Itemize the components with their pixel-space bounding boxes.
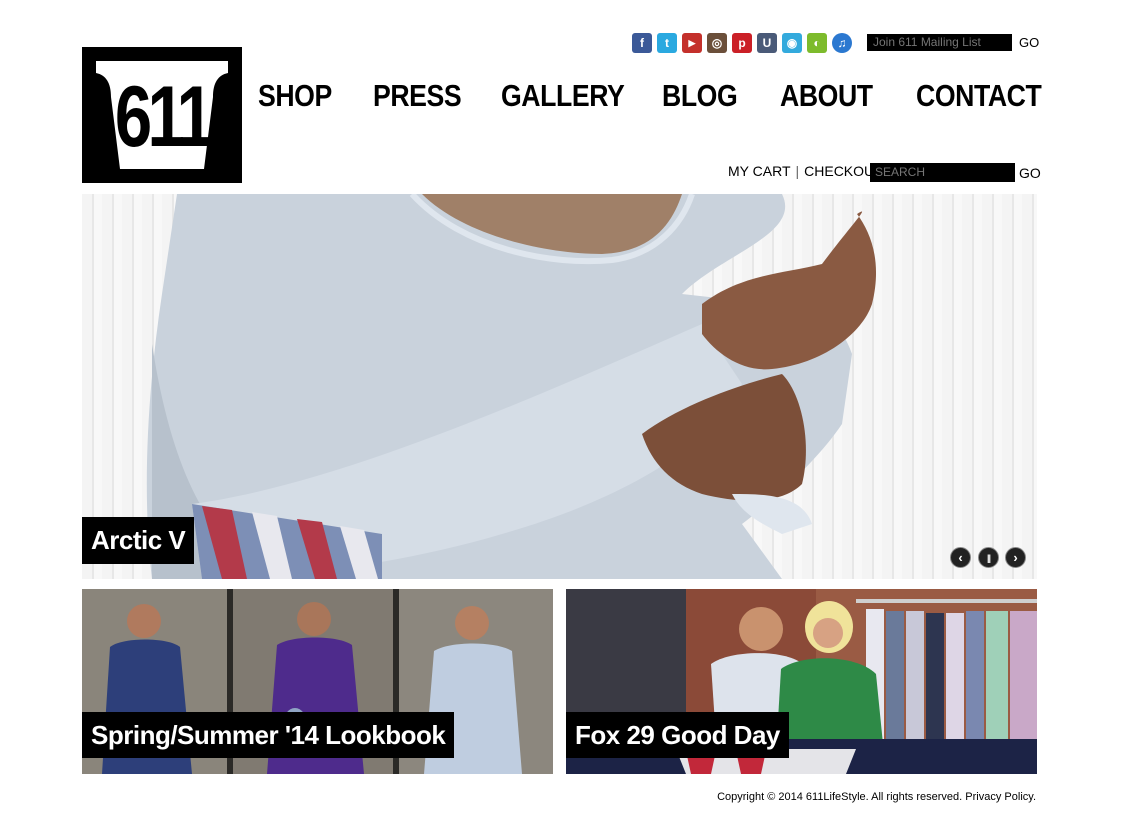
itunes-icon[interactable]: ♫: [832, 33, 852, 53]
pinterest-icon[interactable]: p: [732, 33, 752, 53]
logo[interactable]: 611: [82, 47, 242, 183]
hero-image: [146, 194, 877, 579]
hero-slider[interactable]: Arctic V ‹ || ›: [82, 194, 1037, 579]
fox29-caption[interactable]: Fox 29 Good Day: [566, 712, 789, 758]
search-input[interactable]: [870, 163, 1015, 182]
nav-blog[interactable]: BLOG: [662, 76, 738, 116]
podcast-icon[interactable]: ◐: [807, 33, 827, 53]
my-cart-link[interactable]: MY CART: [728, 163, 791, 179]
nav-press[interactable]: PRESS: [373, 76, 462, 116]
mailing-list-input[interactable]: [867, 34, 1012, 51]
twitter-icon[interactable]: t: [657, 33, 677, 53]
instagram-icon[interactable]: ◎: [707, 33, 727, 53]
facebook-icon[interactable]: f: [632, 33, 652, 53]
social-icons: f t ▶ ◎ p U ◉ ◐ ♫: [632, 33, 852, 53]
nav-gallery[interactable]: GALLERY: [501, 76, 625, 116]
lookbook-caption[interactable]: Spring/Summer '14 Lookbook: [82, 712, 455, 758]
search-go-button[interactable]: GO: [1019, 164, 1041, 182]
hero-caption[interactable]: Arctic V: [82, 517, 195, 564]
nav-shop[interactable]: SHOP: [258, 76, 332, 116]
footer: Copyright © 2014 611LifeStyle. All right…: [717, 790, 1036, 804]
youtube-icon[interactable]: ▶: [682, 33, 702, 53]
slider-next-button[interactable]: ›: [1005, 547, 1026, 568]
circle-app-icon[interactable]: ◉: [782, 33, 802, 53]
fox29-tile[interactable]: Fox 29 Good Day: [566, 589, 1037, 774]
copyright-text: Copyright © 2014 611LifeStyle. All right…: [717, 791, 963, 803]
nav-about[interactable]: ABOUT: [780, 76, 873, 116]
slider-pause-button[interactable]: ||: [978, 547, 999, 568]
slider-prev-button[interactable]: ‹: [950, 547, 971, 568]
ustream-icon[interactable]: U: [757, 33, 777, 53]
logo-text: 611: [114, 69, 214, 165]
lookbook-tile[interactable]: Spring/Summer '14 Lookbook: [82, 589, 553, 774]
mailing-list-go-button[interactable]: GO: [1019, 35, 1039, 51]
nav-contact[interactable]: CONTACT: [916, 76, 1042, 116]
privacy-policy-link[interactable]: Privacy Policy.: [965, 791, 1036, 803]
separator: |: [795, 163, 800, 179]
